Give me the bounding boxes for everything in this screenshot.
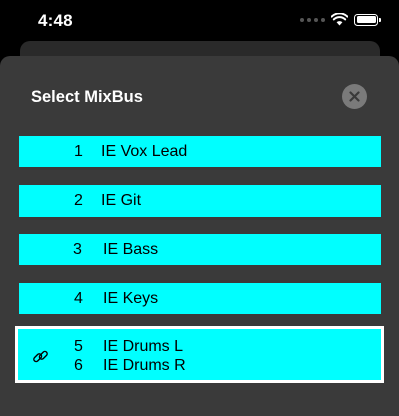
close-icon	[349, 91, 360, 102]
mixbus-label: IE Keys	[103, 290, 159, 307]
mixbus-number: 6	[74, 357, 83, 374]
status-bar: 4:48	[0, 0, 399, 44]
mixbus-label: IE Vox Lead	[101, 143, 188, 160]
mixbus-number: 4	[74, 290, 83, 307]
mixbus-row-2[interactable]: 2 IE Git	[19, 185, 381, 217]
mixbus-number: 5	[74, 338, 83, 355]
mixbus-label: IE Bass	[103, 241, 159, 258]
mixbus-label: IE Drums R	[103, 357, 186, 374]
mixbus-number: 2	[74, 192, 83, 209]
mixbus-row-4[interactable]: 4 IE Keys	[19, 283, 381, 314]
sheet-title: Select MixBus	[31, 88, 143, 106]
link-icon	[33, 350, 48, 363]
linked-mixbus-row-5-6[interactable]: 5 IE Drums L 6 IE Drums R	[15, 326, 384, 383]
mixbus-row-3[interactable]: 3 IE Bass	[19, 234, 381, 265]
wifi-icon	[331, 13, 348, 26]
cellular-signal-icon	[300, 17, 325, 22]
status-icons	[300, 13, 381, 26]
mixbus-row-1[interactable]: 1 IE Vox Lead	[19, 136, 381, 167]
close-button[interactable]	[342, 84, 367, 109]
status-time: 4:48	[38, 11, 73, 30]
mixbus-number: 3	[73, 241, 82, 258]
mixbus-label: IE Git	[101, 192, 142, 209]
mixbus-number: 1	[74, 143, 83, 160]
mixbus-label: IE Drums L	[103, 338, 184, 355]
battery-icon	[354, 13, 381, 26]
